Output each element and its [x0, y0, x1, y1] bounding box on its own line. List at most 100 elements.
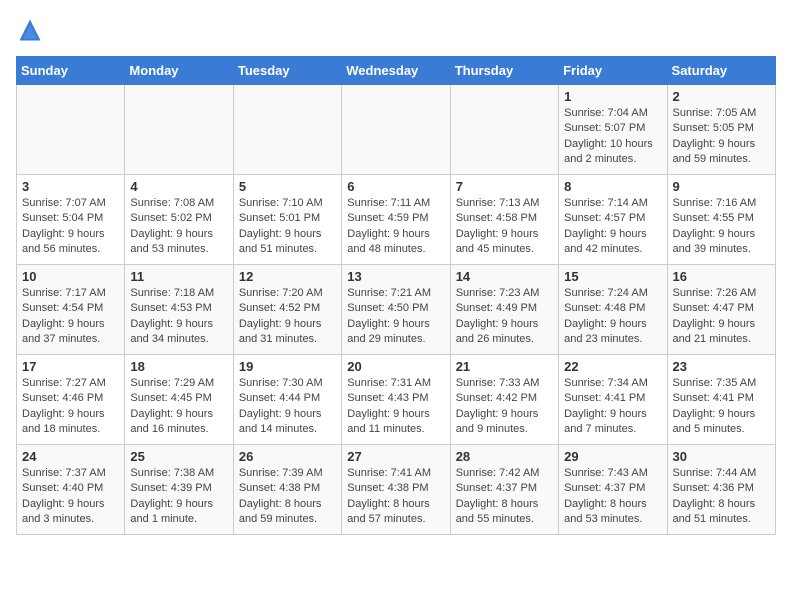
day-number: 22: [564, 359, 661, 374]
calendar-cell: 27Sunrise: 7:41 AM Sunset: 4:38 PM Dayli…: [342, 445, 450, 535]
calendar-cell: 13Sunrise: 7:21 AM Sunset: 4:50 PM Dayli…: [342, 265, 450, 355]
header-day-friday: Friday: [559, 57, 667, 85]
calendar-week-row: 3 Sunrise: 7:07 AM Sunset: 5:04 PM Daylig…: [17, 175, 776, 265]
day-number: 20: [347, 359, 444, 374]
day-number: 25: [130, 449, 227, 464]
day-number: 1: [564, 89, 661, 104]
day-info: Sunrise: 7:23 AM Sunset: 4:49 PM Dayligh…: [456, 286, 553, 348]
calendar-cell: 29 Sunrise: 7:43 AM Sunset: 4:37 PM Dayli…: [559, 445, 667, 535]
calendar-cell: 14 Sunrise: 7:23 AM Sunset: 4:49 PM Dayli…: [450, 265, 558, 355]
calendar-cell: 16 Sunrise: 7:26 AM Sunset: 4:47 PM Dayli…: [667, 265, 775, 355]
calendar-cell: 26 Sunrise: 7:39 AM Sunset: 4:38 PM Dayli…: [233, 445, 341, 535]
day-info: Sunrise: 7:39 AM Sunset: 4:38 PM Dayligh…: [239, 466, 336, 528]
day-number: 29: [564, 449, 661, 464]
day-info: Sunrise: 7:07 AM Sunset: 5:04 PM Dayligh…: [22, 196, 119, 258]
day-number: 9: [673, 179, 770, 194]
day-number: 27: [347, 449, 444, 464]
calendar-cell: 10 Sunrise: 7:17 AM Sunset: 4:54 PM Dayli…: [17, 265, 125, 355]
day-info: Sunrise: 7:35 AM Sunset: 4:41 PM Dayligh…: [673, 376, 770, 438]
day-info: Sunrise: 7:33 AM Sunset: 4:42 PM Dayligh…: [456, 376, 553, 438]
day-number: 11: [130, 269, 227, 284]
day-info: Sunrise: 7:04 AM Sunset: 5:07 PM Dayligh…: [564, 106, 661, 168]
calendar-cell: 17 Sunrise: 7:27 AM Sunset: 4:46 PM Dayli…: [17, 355, 125, 445]
day-number: 24: [22, 449, 119, 464]
calendar-cell: 23 Sunrise: 7:35 AM Sunset: 4:41 PM Dayli…: [667, 355, 775, 445]
day-number: 2: [673, 89, 770, 104]
day-info: Sunrise: 7:14 AM Sunset: 4:57 PM Dayligh…: [564, 196, 661, 258]
calendar-cell: 4 Sunrise: 7:08 AM Sunset: 5:02 PM Daylig…: [125, 175, 233, 265]
calendar-cell: [233, 85, 341, 175]
calendar-table: SundayMondayTuesdayWednesdayThursdayFrid…: [16, 56, 776, 535]
calendar-week-row: 1 Sunrise: 7:04 AM Sunset: 5:07 PM Daylig…: [17, 85, 776, 175]
day-number: 17: [22, 359, 119, 374]
calendar-cell: 21 Sunrise: 7:33 AM Sunset: 4:42 PM Dayli…: [450, 355, 558, 445]
calendar-cell: 25 Sunrise: 7:38 AM Sunset: 4:39 PM Dayli…: [125, 445, 233, 535]
calendar-week-row: 10 Sunrise: 7:17 AM Sunset: 4:54 PM Dayli…: [17, 265, 776, 355]
day-number: 10: [22, 269, 119, 284]
day-number: 18: [130, 359, 227, 374]
day-number: 8: [564, 179, 661, 194]
calendar-cell: 30Sunrise: 7:44 AM Sunset: 4:36 PM Dayli…: [667, 445, 775, 535]
calendar-cell: 7Sunrise: 7:13 AM Sunset: 4:58 PM Daylig…: [450, 175, 558, 265]
day-info: Sunrise: 7:16 AM Sunset: 4:55 PM Dayligh…: [673, 196, 770, 258]
header-day-monday: Monday: [125, 57, 233, 85]
day-info: Sunrise: 7:27 AM Sunset: 4:46 PM Dayligh…: [22, 376, 119, 438]
day-number: 16: [673, 269, 770, 284]
day-number: 13: [347, 269, 444, 284]
day-number: 19: [239, 359, 336, 374]
day-info: Sunrise: 7:38 AM Sunset: 4:39 PM Dayligh…: [130, 466, 227, 528]
calendar-cell: 12Sunrise: 7:20 AM Sunset: 4:52 PM Dayli…: [233, 265, 341, 355]
day-info: Sunrise: 7:29 AM Sunset: 4:45 PM Dayligh…: [130, 376, 227, 438]
calendar-cell: 8 Sunrise: 7:14 AM Sunset: 4:57 PM Daylig…: [559, 175, 667, 265]
day-number: 7: [456, 179, 553, 194]
day-info: Sunrise: 7:43 AM Sunset: 4:37 PM Dayligh…: [564, 466, 661, 528]
day-number: 21: [456, 359, 553, 374]
calendar-cell: 18 Sunrise: 7:29 AM Sunset: 4:45 PM Dayli…: [125, 355, 233, 445]
header-day-wednesday: Wednesday: [342, 57, 450, 85]
day-info: Sunrise: 7:26 AM Sunset: 4:47 PM Dayligh…: [673, 286, 770, 348]
calendar-cell: 2 Sunrise: 7:05 AM Sunset: 5:05 PM Daylig…: [667, 85, 775, 175]
day-number: 14: [456, 269, 553, 284]
day-info: Sunrise: 7:17 AM Sunset: 4:54 PM Dayligh…: [22, 286, 119, 348]
header-day-saturday: Saturday: [667, 57, 775, 85]
day-info: Sunrise: 7:08 AM Sunset: 5:02 PM Dayligh…: [130, 196, 227, 258]
day-info: Sunrise: 7:10 AM Sunset: 5:01 PM Dayligh…: [239, 196, 336, 258]
logo-icon: [16, 16, 44, 44]
day-info: Sunrise: 7:44 AM Sunset: 4:36 PM Dayligh…: [673, 466, 770, 528]
calendar-cell: [342, 85, 450, 175]
calendar-cell: [125, 85, 233, 175]
header-day-tuesday: Tuesday: [233, 57, 341, 85]
day-number: 15: [564, 269, 661, 284]
day-info: Sunrise: 7:42 AM Sunset: 4:37 PM Dayligh…: [456, 466, 553, 528]
day-info: Sunrise: 7:37 AM Sunset: 4:40 PM Dayligh…: [22, 466, 119, 528]
day-number: 23: [673, 359, 770, 374]
day-info: Sunrise: 7:18 AM Sunset: 4:53 PM Dayligh…: [130, 286, 227, 348]
calendar-cell: 20Sunrise: 7:31 AM Sunset: 4:43 PM Dayli…: [342, 355, 450, 445]
calendar-cell: 5Sunrise: 7:10 AM Sunset: 5:01 PM Daylig…: [233, 175, 341, 265]
day-info: Sunrise: 7:05 AM Sunset: 5:05 PM Dayligh…: [673, 106, 770, 168]
calendar-cell: 11 Sunrise: 7:18 AM Sunset: 4:53 PM Dayli…: [125, 265, 233, 355]
calendar-cell: 9 Sunrise: 7:16 AM Sunset: 4:55 PM Daylig…: [667, 175, 775, 265]
calendar-cell: 19 Sunrise: 7:30 AM Sunset: 4:44 PM Dayli…: [233, 355, 341, 445]
calendar-cell: 3 Sunrise: 7:07 AM Sunset: 5:04 PM Daylig…: [17, 175, 125, 265]
day-number: 4: [130, 179, 227, 194]
day-info: Sunrise: 7:11 AM Sunset: 4:59 PM Dayligh…: [347, 196, 444, 258]
day-number: 26: [239, 449, 336, 464]
calendar-cell: 6 Sunrise: 7:11 AM Sunset: 4:59 PM Daylig…: [342, 175, 450, 265]
calendar-week-row: 24 Sunrise: 7:37 AM Sunset: 4:40 PM Dayli…: [17, 445, 776, 535]
calendar-cell: 28 Sunrise: 7:42 AM Sunset: 4:37 PM Dayli…: [450, 445, 558, 535]
day-info: Sunrise: 7:30 AM Sunset: 4:44 PM Dayligh…: [239, 376, 336, 438]
calendar-cell: 22 Sunrise: 7:34 AM Sunset: 4:41 PM Dayli…: [559, 355, 667, 445]
day-number: 3: [22, 179, 119, 194]
logo: [16, 16, 48, 44]
calendar-cell: [450, 85, 558, 175]
day-number: 28: [456, 449, 553, 464]
day-number: 6: [347, 179, 444, 194]
calendar-header-row: SundayMondayTuesdayWednesdayThursdayFrid…: [17, 57, 776, 85]
header-day-sunday: Sunday: [17, 57, 125, 85]
header: [16, 16, 776, 44]
header-day-thursday: Thursday: [450, 57, 558, 85]
calendar-cell: [17, 85, 125, 175]
day-info: Sunrise: 7:34 AM Sunset: 4:41 PM Dayligh…: [564, 376, 661, 438]
day-number: 12: [239, 269, 336, 284]
